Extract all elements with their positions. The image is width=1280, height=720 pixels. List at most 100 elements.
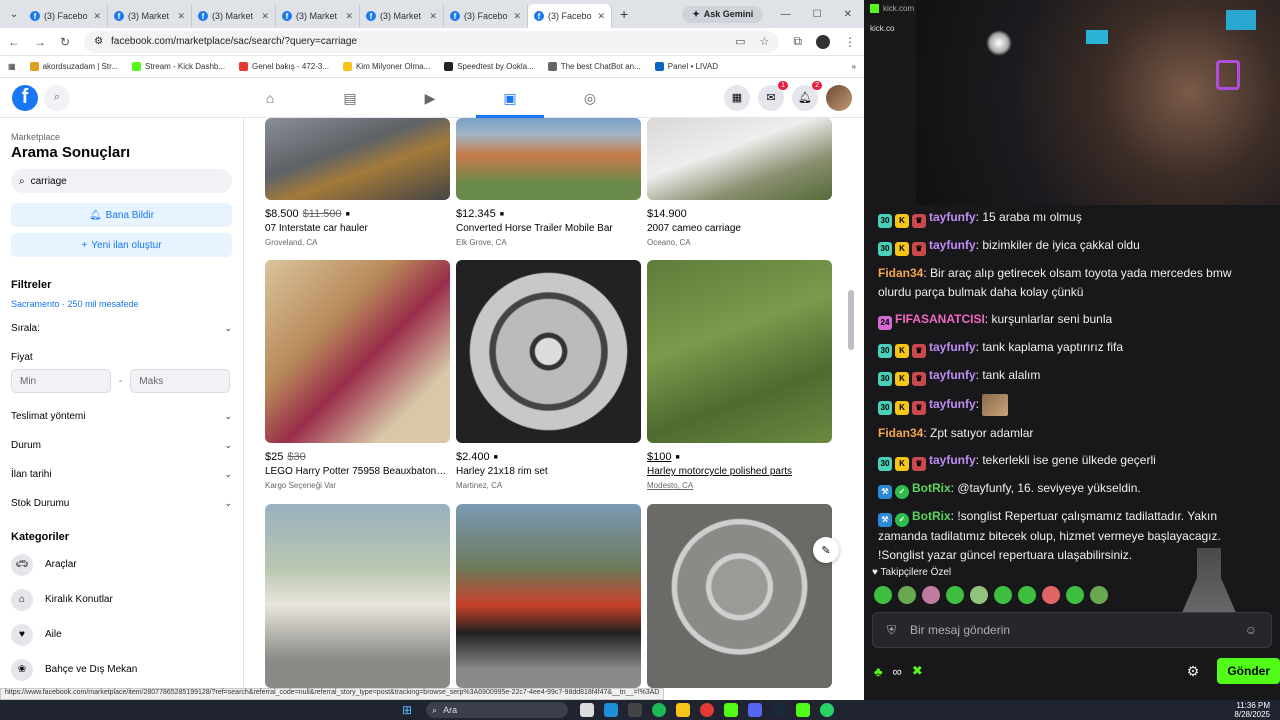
category-family[interactable]: ♥ Aile bbox=[11, 617, 232, 652]
notify-me-button[interactable]: 🔔︎ Bana Bildir bbox=[11, 203, 232, 227]
listing-card[interactable]: $8.500 $11.500 ■ 07 Interstate car hauler … bbox=[265, 118, 450, 247]
close-window-button[interactable]: ✕ bbox=[844, 9, 852, 20]
new-tab-button[interactable]: + bbox=[612, 6, 636, 22]
tab-search-icon[interactable]: ⌄ bbox=[4, 4, 24, 24]
back-icon[interactable]: ← bbox=[8, 35, 20, 49]
listing-photo[interactable] bbox=[265, 118, 450, 200]
app-icon[interactable] bbox=[724, 703, 739, 717]
messenger-icon[interactable]: ✉ 1 bbox=[758, 80, 788, 111]
availability-dropdown[interactable]: Stok Durumu ⌄ bbox=[11, 498, 232, 509]
ask-gemini-button[interactable]: ✦ Ask Gemini bbox=[682, 5, 764, 23]
notifications-bell-icon[interactable]: 🔔︎ 2 bbox=[792, 80, 822, 111]
condition-dropdown[interactable]: Durum ⌄ bbox=[11, 440, 232, 451]
listing-photo[interactable] bbox=[456, 118, 641, 200]
listing-title[interactable]: 2007 cameo carriage bbox=[647, 223, 832, 234]
browser-tab-active[interactable]: f (3) Facebo ✕ bbox=[528, 4, 612, 28]
bookmark-item[interactable]: akordsuzadam | Str... bbox=[29, 62, 118, 71]
browser-tab[interactable]: f (3) Facebo ✕ bbox=[444, 4, 528, 28]
account-avatar[interactable] bbox=[826, 84, 852, 111]
watch-icon[interactable]: ▶ bbox=[390, 78, 470, 118]
menu-icon[interactable]: ⋮ bbox=[844, 35, 856, 49]
chevron-right-icon[interactable]: » bbox=[852, 62, 856, 71]
emote-button[interactable] bbox=[1042, 586, 1060, 604]
minimize-button[interactable]: — bbox=[781, 9, 791, 20]
listing-title[interactable]: Converted Horse Trailer Mobile Bar bbox=[456, 223, 641, 234]
emote-button[interactable] bbox=[1018, 586, 1036, 604]
discord-icon[interactable] bbox=[748, 703, 763, 717]
browser-tab[interactable]: f (3) Market ✕ bbox=[360, 4, 444, 28]
listing-photo[interactable] bbox=[647, 260, 832, 443]
close-icon[interactable]: ✕ bbox=[513, 11, 521, 22]
apps-icon[interactable]: ▦ bbox=[8, 62, 16, 71]
bookmark-item[interactable]: Genel bakış - 472-3... bbox=[239, 62, 329, 71]
site-info-icon[interactable]: ⚙ bbox=[94, 36, 103, 47]
listing-photo[interactable] bbox=[456, 504, 641, 688]
scrollbar[interactable] bbox=[848, 290, 854, 350]
emoji-icon[interactable]: ☺ bbox=[1245, 623, 1257, 637]
emote-button[interactable] bbox=[874, 586, 892, 604]
video-feed-icon[interactable]: ▤ bbox=[310, 78, 390, 118]
send-button[interactable]: Gönder bbox=[1217, 658, 1280, 684]
spotify-icon[interactable] bbox=[652, 703, 667, 717]
min-price-input[interactable]: Min bbox=[11, 369, 111, 393]
maximize-button[interactable]: ☐ bbox=[813, 9, 822, 20]
edge-icon[interactable] bbox=[604, 703, 619, 717]
browser-tab[interactable]: f (3) Market ✕ bbox=[108, 4, 192, 28]
date-listed-dropdown[interactable]: İlan tarihi ⌄ bbox=[11, 469, 232, 480]
compose-icon[interactable]: ✎ bbox=[813, 537, 839, 563]
bookmark-item[interactable]: Speedtest by Ookla... bbox=[444, 62, 534, 71]
clock[interactable]: 11:36 PM 8/28/2025 bbox=[1234, 701, 1270, 719]
close-icon[interactable]: ✕ bbox=[261, 11, 269, 22]
taskbar-search[interactable]: ⌕ Ara bbox=[426, 702, 569, 718]
category-vehicles[interactable]: 🚗︎ Araçlar bbox=[11, 547, 232, 582]
kick-logo-icon[interactable]: ✖ bbox=[912, 663, 923, 679]
browser-tab[interactable]: f (3) Market ✕ bbox=[192, 4, 276, 28]
kick-points-icon[interactable]: ♣ bbox=[874, 664, 883, 679]
close-icon[interactable]: ✕ bbox=[597, 11, 605, 22]
max-price-input[interactable]: Maks bbox=[130, 369, 231, 393]
listing-card[interactable] bbox=[265, 504, 450, 688]
category-rentals[interactable]: ⌂ Kiralık Konutlar bbox=[11, 582, 232, 617]
listing-title[interactable]: LEGO Harry Potter 75958 Beauxbatons ... bbox=[265, 466, 450, 477]
reload-icon[interactable]: ↻ bbox=[60, 35, 70, 49]
listing-photo[interactable] bbox=[647, 504, 832, 688]
close-icon[interactable]: ✕ bbox=[345, 11, 353, 22]
listing-title[interactable]: 07 Interstate car hauler bbox=[265, 223, 450, 234]
browser-tab[interactable]: f (3) Facebo ✕ bbox=[24, 4, 108, 28]
bookmark-star-icon[interactable]: ☆ bbox=[760, 35, 770, 48]
emote-button[interactable] bbox=[970, 586, 988, 604]
task-view-icon[interactable] bbox=[580, 703, 595, 717]
marketplace-icon[interactable]: ▣ bbox=[470, 78, 550, 118]
bookmark-item[interactable]: Kim Milyoner Olma... bbox=[342, 62, 430, 71]
gaming-icon[interactable]: ◎ bbox=[550, 78, 630, 118]
windows-start-icon[interactable]: ⊞ bbox=[402, 703, 412, 717]
delivery-method-dropdown[interactable]: Teslimat yöntemi ⌄ bbox=[11, 411, 232, 422]
bookmark-item[interactable]: The best ChatBot an... bbox=[547, 62, 641, 71]
emote-button[interactable] bbox=[994, 586, 1012, 604]
url-field[interactable]: ⚙ facebook.com/marketplace/sac/search/?q… bbox=[84, 30, 780, 53]
emote-button[interactable] bbox=[898, 586, 916, 604]
location-filter[interactable]: Sacramento · 250 mil mesafede bbox=[11, 299, 232, 309]
close-icon[interactable]: ✕ bbox=[177, 11, 185, 22]
app-icon[interactable] bbox=[628, 703, 643, 717]
forward-icon[interactable]: → bbox=[34, 35, 46, 49]
emote-button[interactable] bbox=[1090, 586, 1108, 604]
listing-card[interactable] bbox=[456, 504, 641, 688]
cast-icon[interactable]: ▭ bbox=[735, 35, 745, 48]
listing-card[interactable]: $100 ■ Harley motorcycle polished parts M… bbox=[647, 260, 832, 490]
category-garden[interactable]: ❀ Bahçe ve Dış Mekan bbox=[11, 652, 232, 687]
file-explorer-icon[interactable] bbox=[676, 703, 691, 717]
browser-tab[interactable]: f (3) Market ✕ bbox=[276, 4, 360, 28]
facebook-logo-icon[interactable]: f bbox=[12, 84, 38, 111]
listing-card[interactable] bbox=[647, 504, 832, 688]
close-icon[interactable]: ✕ bbox=[93, 11, 101, 22]
sort-dropdown[interactable]: Sırala: ⌄ bbox=[11, 323, 232, 334]
listing-title[interactable]: Harley 21x18 rim set bbox=[456, 466, 641, 477]
listing-photo[interactable] bbox=[265, 260, 450, 443]
emote-button[interactable] bbox=[946, 586, 964, 604]
listing-photo[interactable] bbox=[265, 504, 450, 688]
listing-photo[interactable] bbox=[647, 118, 832, 200]
bookmark-item[interactable]: Stream - Kick Dashb... bbox=[132, 62, 225, 71]
listing-photo[interactable] bbox=[456, 260, 641, 443]
emote-button[interactable] bbox=[1066, 586, 1084, 604]
